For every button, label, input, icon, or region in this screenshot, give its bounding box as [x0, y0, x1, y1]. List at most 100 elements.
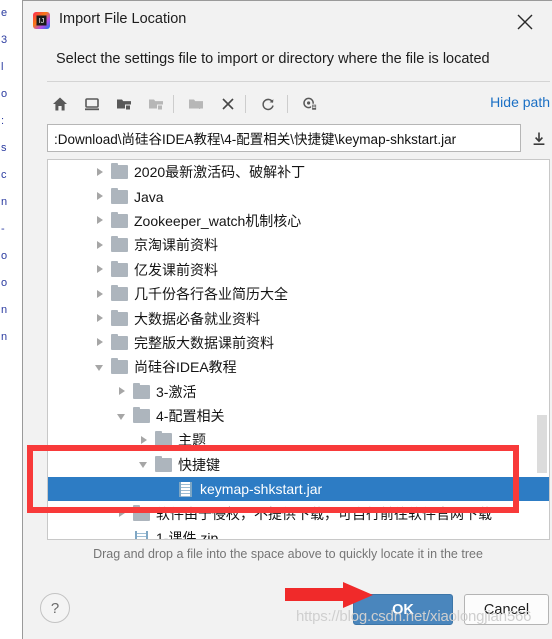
- tree-row-label: 完整版大数据课前资料: [134, 334, 274, 351]
- svg-text:IJ: IJ: [39, 18, 44, 25]
- bg-line: 3: [1, 34, 8, 46]
- file-chooser-toolbar: Hide path: [47, 87, 550, 121]
- close-icon[interactable]: [514, 11, 536, 33]
- path-input[interactable]: :Download\尚硅谷IDEA教程\4-配置相关\快捷键\keymap-sh…: [47, 124, 521, 152]
- chevron-down-icon[interactable]: [116, 410, 129, 423]
- tree-row-label: 2020最新激活码、破解补丁: [134, 164, 306, 181]
- tree-row[interactable]: 软件由于侵权，不提供下载，可自行前往软件官网下载: [48, 501, 549, 525]
- cancel-button[interactable]: Cancel: [464, 594, 549, 625]
- folder-icon: [111, 285, 128, 302]
- jar-file-icon: [179, 481, 192, 497]
- chevron-right-icon[interactable]: [94, 239, 107, 252]
- chevron-right-icon[interactable]: [94, 166, 107, 179]
- dialog-subtitle: Select the settings file to import or di…: [56, 51, 490, 67]
- help-button[interactable]: ?: [40, 593, 70, 623]
- tree-row[interactable]: 亿发课前资料: [48, 258, 549, 282]
- tree-row[interactable]: 京淘课前资料: [48, 233, 549, 257]
- file-tree[interactable]: 2020最新激活码、破解补丁 Java Zookeeper_watch机制核心 京淘课…: [48, 160, 549, 540]
- chevron-right-icon[interactable]: [94, 214, 107, 227]
- bg-line: n: [1, 331, 8, 343]
- tree-row[interactable]: 几千份各行各业简历大全: [48, 282, 549, 306]
- vertical-scrollbar[interactable]: [537, 160, 547, 539]
- drag-drop-hint: Drag and drop a file into the space abov…: [93, 547, 483, 561]
- download-icon[interactable]: [528, 128, 550, 150]
- chevron-right-icon[interactable]: [94, 190, 107, 203]
- tree-row[interactable]: 4-配置相关: [48, 404, 549, 428]
- tree-row-label: 4-配置相关: [156, 408, 225, 425]
- module-folder-icon: [143, 91, 169, 117]
- bg-line: o: [1, 88, 8, 100]
- folder-icon: [111, 187, 128, 204]
- home-icon[interactable]: [47, 91, 73, 117]
- folder-icon: [133, 382, 150, 399]
- bg-line: o: [1, 277, 8, 289]
- tree-row-label: 京淘课前资料: [134, 237, 218, 254]
- header-divider: [47, 81, 550, 82]
- tree-row-label: 几千份各行各业简历大全: [134, 286, 288, 303]
- folder-icon: [155, 455, 172, 472]
- show-hidden-icon[interactable]: [297, 91, 323, 117]
- jar-file-icon: [135, 530, 148, 539]
- chevron-right-icon[interactable]: [138, 434, 151, 447]
- tree-row[interactable]: keymap-shkstart.jar: [48, 477, 549, 502]
- toolbar-divider: [245, 95, 246, 113]
- tree-row-label: 大数据必备就业资料: [134, 310, 260, 327]
- ok-button[interactable]: OK: [353, 594, 453, 625]
- tree-row[interactable]: 快捷键: [48, 453, 549, 477]
- tree-row[interactable]: Java: [48, 184, 549, 208]
- tree-row[interactable]: 完整版大数据课前资料: [48, 331, 549, 355]
- chevron-right-icon[interactable]: [94, 312, 107, 325]
- title-bar: IJ Import File Location: [23, 1, 552, 40]
- path-input-value: :Download\尚硅谷IDEA教程\4-配置相关\快捷键\keymap-sh…: [54, 132, 457, 147]
- tree-row[interactable]: 3-激活: [48, 380, 549, 404]
- folder-icon: [111, 163, 128, 180]
- project-folder-icon[interactable]: [111, 91, 137, 117]
- scrollbar-thumb[interactable]: [537, 415, 547, 473]
- dialog-title: Import File Location: [59, 11, 187, 27]
- folder-icon: [111, 333, 128, 350]
- chevron-right-icon[interactable]: [94, 263, 107, 276]
- chevron-right-icon[interactable]: [94, 288, 107, 301]
- tree-row-label: Java: [134, 188, 164, 205]
- import-file-location-dialog: IJ Import File Location Select the setti…: [22, 0, 552, 639]
- tree-row[interactable]: 2020最新激活码、破解补丁: [48, 160, 549, 184]
- refresh-icon[interactable]: [255, 91, 281, 117]
- bg-line: n: [1, 304, 8, 316]
- toolbar-divider: [287, 95, 288, 113]
- tree-row[interactable]: 大数据必备就业资料: [48, 306, 549, 330]
- folder-icon: [155, 431, 172, 448]
- tree-row[interactable]: 尚硅谷IDEA教程: [48, 355, 549, 379]
- tree-row-label: 3-激活: [156, 383, 197, 400]
- chevron-right-icon[interactable]: [94, 336, 107, 349]
- folder-icon: [111, 309, 128, 326]
- toolbar-divider: [173, 95, 174, 113]
- tree-row[interactable]: 1-课件.zip: [48, 526, 549, 540]
- tree-row-label: keymap-shkstart.jar: [200, 481, 323, 498]
- bg-line: c: [1, 169, 7, 181]
- tree-row-label: 主题: [178, 432, 206, 449]
- hide-path-link[interactable]: Hide path: [490, 94, 550, 110]
- delete-icon[interactable]: [215, 91, 241, 117]
- chevron-down-icon[interactable]: [94, 361, 107, 374]
- folder-icon: [111, 260, 128, 277]
- tree-row[interactable]: 主题: [48, 428, 549, 452]
- bg-line: :: [1, 115, 5, 127]
- intellij-idea-logo-icon: IJ: [33, 12, 50, 29]
- folder-icon: [111, 236, 128, 253]
- chevron-right-icon[interactable]: [116, 385, 129, 398]
- new-folder-icon: [183, 91, 209, 117]
- tree-row-label: 尚硅谷IDEA教程: [134, 359, 237, 376]
- background-page-strip: e 3 l o : s c n - o o n n: [0, 0, 22, 639]
- bg-line: -: [1, 223, 5, 235]
- chevron-down-icon[interactable]: [138, 458, 151, 471]
- bg-line: n: [1, 196, 8, 208]
- tree-row[interactable]: Zookeeper_watch机制核心: [48, 209, 549, 233]
- bg-line: s: [1, 142, 7, 154]
- desktop-icon[interactable]: [79, 91, 105, 117]
- tree-row-label: Zookeeper_watch机制核心: [134, 212, 302, 229]
- tree-row-label: 1-课件.zip: [156, 530, 219, 540]
- file-tree-panel[interactable]: 2020最新激活码、破解补丁 Java Zookeeper_watch机制核心 京淘课…: [47, 159, 550, 540]
- chevron-right-icon[interactable]: [116, 507, 129, 520]
